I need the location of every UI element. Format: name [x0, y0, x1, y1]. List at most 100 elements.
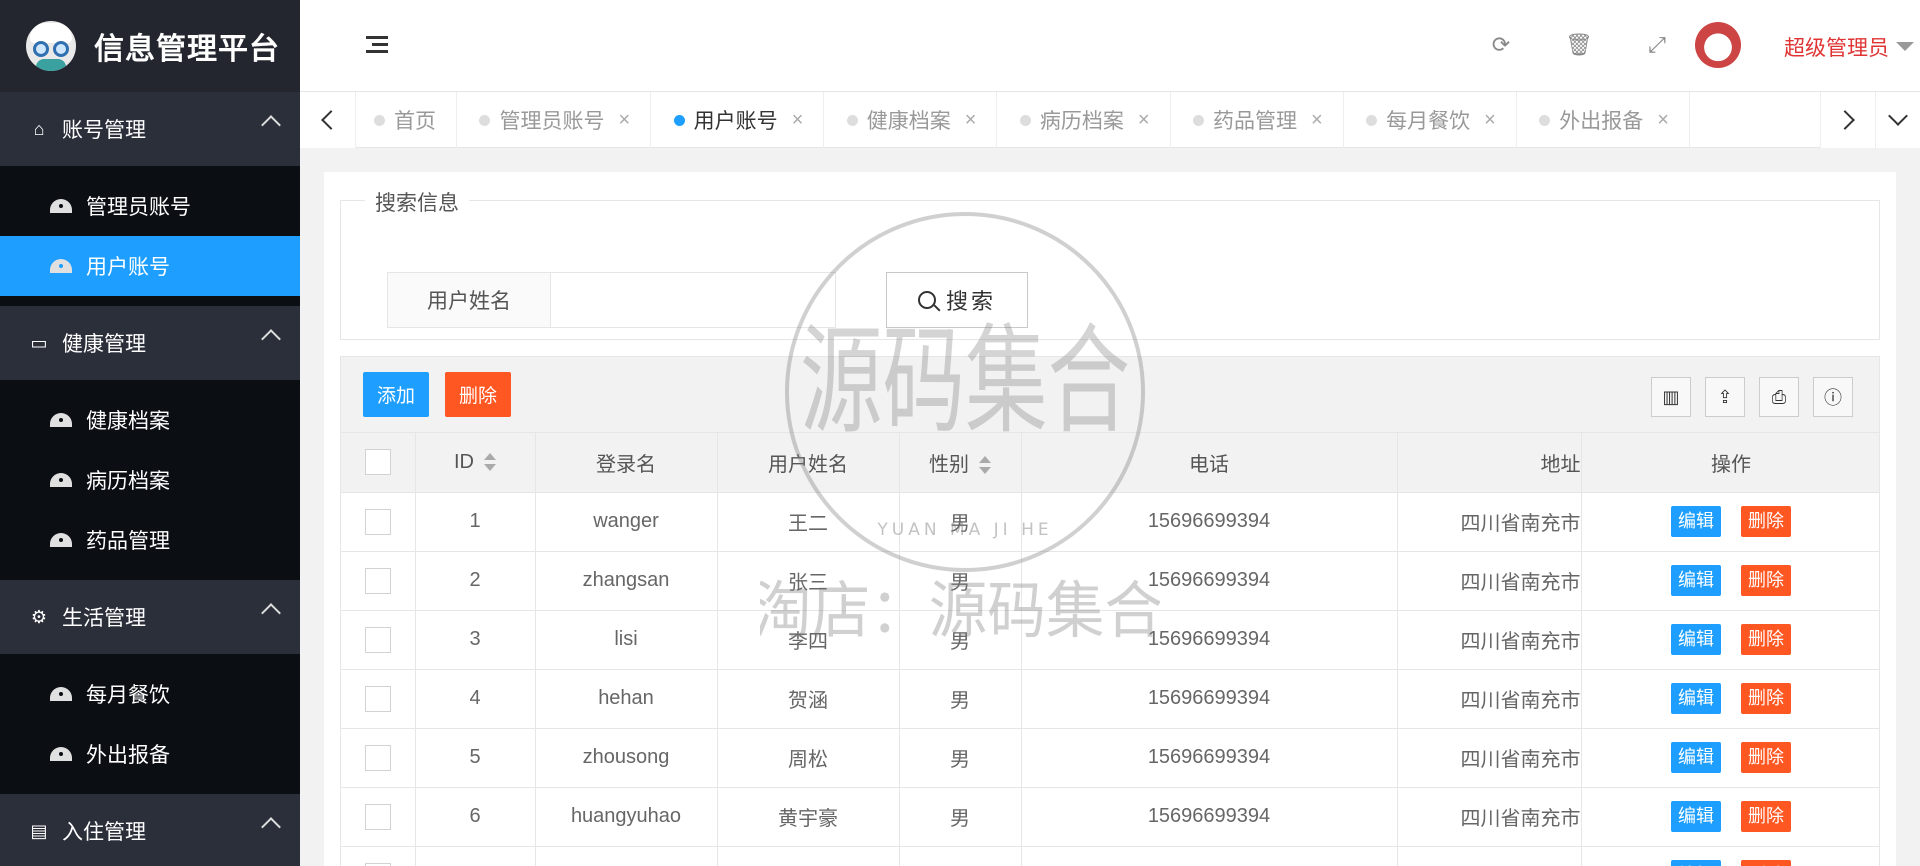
- sort-icon[interactable]: [979, 456, 991, 475]
- menu-header-health[interactable]: ▭ 健康管理: [0, 306, 300, 380]
- edit-button[interactable]: 编辑: [1671, 565, 1721, 596]
- close-icon[interactable]: ×: [792, 109, 804, 132]
- dashboard-icon: [50, 747, 72, 761]
- tab-medical-record[interactable]: 病历档案 ×: [1002, 92, 1171, 148]
- row-checkbox[interactable]: [364, 508, 391, 535]
- search-icon: [917, 291, 936, 309]
- search-button[interactable]: 搜索: [886, 272, 1028, 328]
- search-button-label: 搜索: [945, 289, 996, 314]
- tab-outing-report[interactable]: 外出报备 ×: [1521, 92, 1690, 148]
- row-checkbox[interactable]: [364, 685, 391, 712]
- tab-monthly-meals[interactable]: 每月餐饮 ×: [1348, 92, 1517, 148]
- column-header-gender[interactable]: 性别: [899, 433, 1022, 493]
- tab-label: 健康档案: [866, 110, 951, 133]
- select-all-checkbox[interactable]: [364, 449, 391, 476]
- chevron-down-icon: [1888, 106, 1908, 126]
- row-select-cell[interactable]: [341, 551, 416, 611]
- caret-down-icon[interactable]: [1896, 42, 1914, 51]
- sidebar-item-outing-report[interactable]: 外出报备: [0, 724, 300, 784]
- sidebar-item-monthly-meals[interactable]: 每月餐饮: [0, 664, 300, 724]
- menu-header-label: 生活管理: [62, 607, 146, 630]
- cell-name: 李四: [717, 610, 900, 670]
- edit-button[interactable]: 编辑: [1671, 801, 1721, 832]
- column-header-id[interactable]: ID: [415, 433, 536, 493]
- print-icon[interactable]: ⎙: [1759, 377, 1799, 417]
- row-delete-button[interactable]: 删除: [1741, 506, 1791, 537]
- columns-icon[interactable]: ▥: [1651, 377, 1691, 417]
- edit-button[interactable]: 编辑: [1671, 683, 1721, 714]
- edit-button[interactable]: 编辑: [1671, 624, 1721, 655]
- tab-home[interactable]: 首页: [356, 92, 457, 148]
- row-select-cell[interactable]: [341, 728, 416, 788]
- cell-name: 张三: [717, 551, 900, 611]
- avatar[interactable]: [1695, 22, 1741, 68]
- cell-name: 周松: [717, 728, 900, 788]
- user-name[interactable]: 超级管理员: [1784, 32, 1889, 62]
- close-icon[interactable]: ×: [965, 109, 977, 132]
- delete-button[interactable]: 删除: [445, 372, 511, 417]
- row-delete-button[interactable]: 删除: [1741, 801, 1791, 832]
- fullscreen-icon[interactable]: ⤢: [1642, 30, 1672, 60]
- tab-scroll-right[interactable]: [1820, 92, 1875, 148]
- trash-icon[interactable]: 🗑: [1564, 30, 1594, 60]
- close-icon[interactable]: ×: [1311, 109, 1323, 132]
- sidebar-item-user-account[interactable]: 用户账号: [0, 236, 300, 296]
- row-delete-button[interactable]: 删除: [1741, 683, 1791, 714]
- cell-login: hehan: [535, 669, 718, 729]
- close-icon[interactable]: ×: [1484, 109, 1496, 132]
- sidebar-item-admin-account[interactable]: 管理员账号: [0, 176, 300, 236]
- cell-address: 四川省南充市: [1397, 787, 1582, 847]
- row-checkbox[interactable]: [364, 862, 391, 866]
- sort-icon[interactable]: [484, 453, 496, 472]
- info-icon[interactable]: ⓘ: [1813, 377, 1853, 417]
- close-icon[interactable]: ×: [1657, 109, 1669, 132]
- sidebar-item-medical-record[interactable]: 病历档案: [0, 450, 300, 510]
- tab-dropdown[interactable]: [1875, 92, 1920, 148]
- menu-header-checkin[interactable]: ▤ 入住管理: [0, 794, 300, 866]
- row-select-cell[interactable]: [341, 669, 416, 729]
- tab-scroll-left[interactable]: [300, 92, 355, 148]
- row-delete-button[interactable]: 删除: [1741, 742, 1791, 773]
- edit-button[interactable]: 编辑: [1671, 860, 1721, 866]
- row-select-cell[interactable]: [341, 787, 416, 847]
- row-checkbox[interactable]: [364, 744, 391, 771]
- row-checkbox[interactable]: [364, 803, 391, 830]
- sidebar-item-medicine[interactable]: 药品管理: [0, 510, 300, 570]
- cell-actions: 编辑删除: [1581, 610, 1879, 670]
- table-header-row: ID 登录名 用户姓名 性别 电话 地址 操作: [341, 433, 1879, 493]
- tab-user-account[interactable]: 用户账号 ×: [656, 92, 825, 148]
- row-delete-button[interactable]: 删除: [1741, 860, 1791, 866]
- logo: 信息管理平台: [0, 0, 300, 92]
- export-icon[interactable]: ⇪: [1705, 377, 1745, 417]
- tab-medicine[interactable]: 药品管理 ×: [1175, 92, 1344, 148]
- sidebar-item-label: 每月餐饮: [86, 684, 170, 707]
- row-delete-button[interactable]: 删除: [1741, 624, 1791, 655]
- menu-header-account[interactable]: ⌂ 账号管理: [0, 92, 300, 166]
- row-select-cell[interactable]: [341, 610, 416, 670]
- select-all-header[interactable]: [341, 433, 416, 493]
- main-content: 搜索信息 用户姓名 搜索 添加 删除 ▥ ⇪ ⎙ ⓘ ID 登录名 用户姓名 性…: [324, 172, 1896, 866]
- tab-admin-account[interactable]: 管理员账号 ×: [461, 92, 652, 148]
- row-checkbox[interactable]: [364, 567, 391, 594]
- row-checkbox[interactable]: [364, 626, 391, 653]
- add-button[interactable]: 添加: [363, 372, 429, 417]
- close-icon[interactable]: ×: [1138, 109, 1150, 132]
- tab-label: 用户账号: [693, 110, 778, 133]
- tab-health-record[interactable]: 健康档案 ×: [829, 92, 998, 148]
- refresh-icon[interactable]: ⟳: [1486, 30, 1516, 60]
- menu-toggle-icon[interactable]: [366, 36, 388, 54]
- cell-id: 3: [415, 610, 536, 670]
- menu-group-checkin: ▤ 入住管理: [0, 794, 300, 866]
- cell-gender: 男: [899, 728, 1022, 788]
- table-body: 1 wanger 王二男 15696699394 四川省南充市 编辑 删除 2 zhangsan…: [341, 492, 1879, 866]
- edit-button[interactable]: 编辑: [1671, 742, 1721, 773]
- sidebar-item-health-record[interactable]: 健康档案: [0, 390, 300, 450]
- edit-button[interactable]: 编辑: [1671, 506, 1721, 537]
- search-input[interactable]: [550, 272, 836, 328]
- close-icon[interactable]: ×: [618, 109, 630, 132]
- row-delete-button[interactable]: 删除: [1741, 565, 1791, 596]
- sidebar-item-label: 用户账号: [86, 256, 170, 279]
- row-select-cell[interactable]: [341, 846, 416, 866]
- row-select-cell[interactable]: [341, 492, 416, 552]
- menu-header-life[interactable]: ⚙ 生活管理: [0, 580, 300, 654]
